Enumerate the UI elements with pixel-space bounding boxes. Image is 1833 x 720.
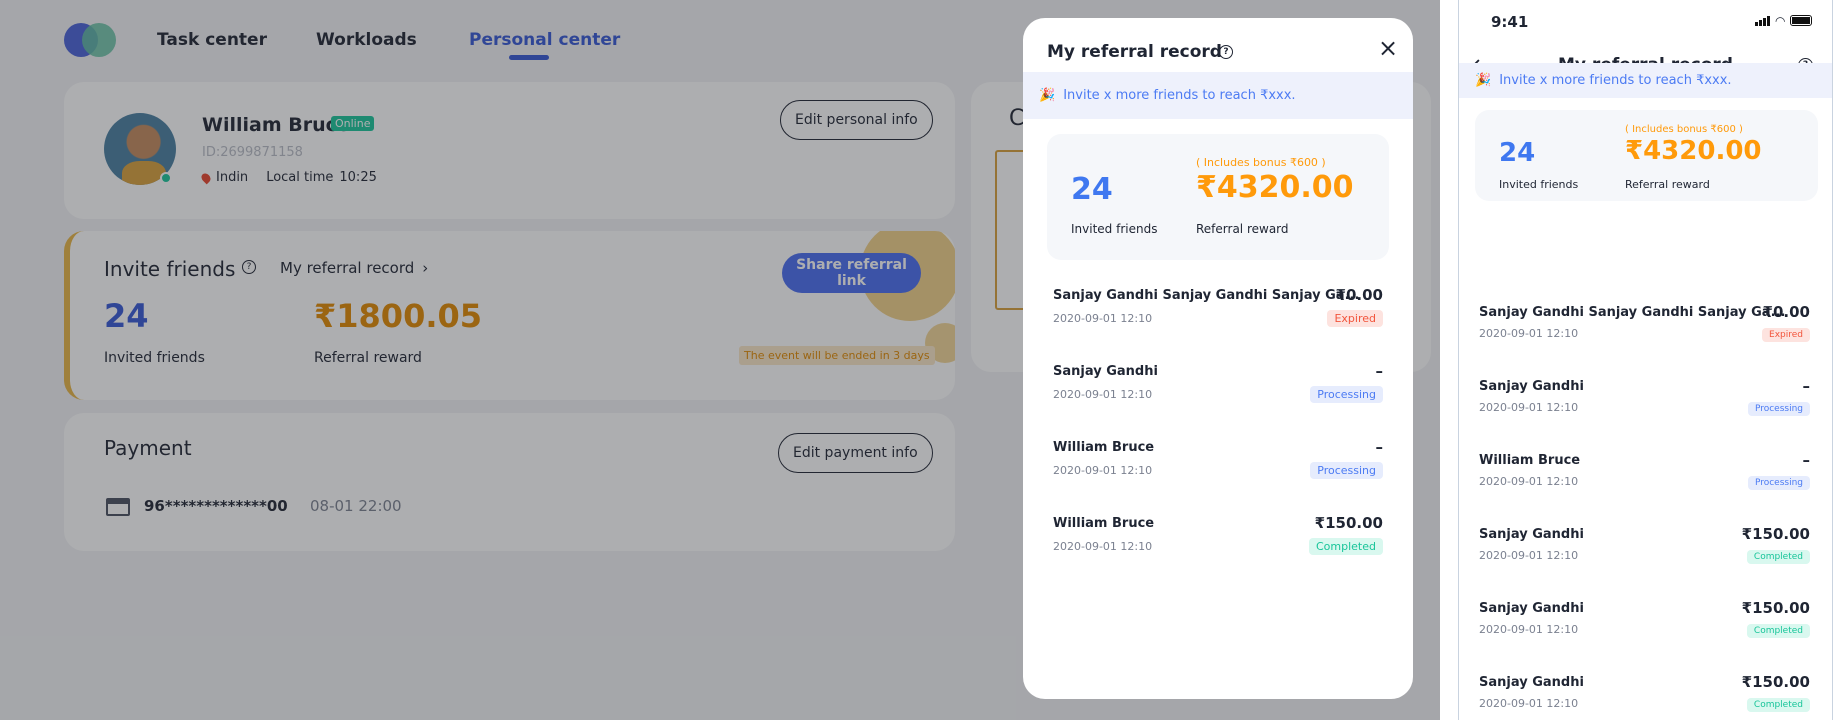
record-name: Sanjay Gandhi — [1479, 675, 1584, 690]
referral-record-modal: My referral record ? × 🎉 Invite x more fr… — [1023, 18, 1413, 699]
record-row[interactable]: Sanjay Gandhi 2020-09-01 12:10 – Processing — [1459, 377, 1832, 439]
modal-title: My referral record — [1047, 42, 1222, 62]
record-row[interactable]: Sanjay Gandhi Sanjay Gandhi Sanjay Ga...… — [1459, 303, 1832, 365]
record-row[interactable]: Sanjay Gandhi Sanjay Gandhi Sanjay Ga...… — [1023, 286, 1413, 348]
status-icons: ◠ — [1755, 14, 1813, 28]
status-badge: Completed — [1309, 538, 1383, 555]
invite-banner: 🎉 Invite x more friends to reach ₹xxx. — [1023, 72, 1413, 119]
invited-count: 24 — [1071, 172, 1113, 207]
record-name: Sanjay Gandhi Sanjay Gandhi Sanjay Ga... — [1479, 305, 1786, 320]
record-amount: – — [1802, 451, 1811, 469]
status-badge: Expired — [1327, 310, 1383, 327]
status-badge: Completed — [1746, 698, 1810, 712]
record-amount: – — [1802, 377, 1811, 395]
wifi-icon: ◠ — [1775, 14, 1786, 28]
record-date: 2020-09-01 12:10 — [1053, 540, 1153, 553]
record-row[interactable]: William Bruce 2020-09-01 12:10 ₹150.00 Comp… — [1023, 514, 1413, 576]
record-row[interactable]: William Bruce 2020-09-01 12:10 – Processing — [1459, 451, 1832, 513]
record-date: 2020-09-01 12:10 — [1053, 388, 1153, 401]
record-date: 2020-09-01 12:10 — [1479, 549, 1579, 562]
stats-box: 24 Invited friends ( Includes bonus ₹600… — [1475, 110, 1818, 201]
record-amount: ₹150.00 — [1741, 599, 1810, 617]
record-amount: ₹150.00 — [1314, 514, 1383, 532]
referral-reward: ₹4320.00 — [1625, 136, 1762, 166]
record-amount: – — [1375, 362, 1384, 380]
reward-label: Referral reward — [1196, 222, 1289, 236]
record-row[interactable]: Sanjay Gandhi 2020-09-01 12:10 ₹150.00 Comp… — [1459, 599, 1832, 661]
record-row[interactable]: Sanjay Gandhi 2020-09-01 12:10 – Processing — [1023, 362, 1413, 424]
record-row[interactable]: Sanjay Gandhi 2020-09-01 12:10 ₹150.00 Comp… — [1459, 525, 1832, 587]
bonus-note: ( Includes bonus ₹600 ) — [1196, 156, 1326, 169]
record-amount: ₹150.00 — [1741, 525, 1810, 543]
record-date: 2020-09-01 12:10 — [1479, 697, 1579, 710]
signal-icon — [1755, 16, 1770, 26]
status-badge: Completed — [1746, 624, 1810, 638]
reward-label: Referral reward — [1625, 178, 1710, 191]
party-popper-icon: 🎉 — [1039, 88, 1056, 103]
record-row[interactable]: Sanjay Gandhi 2020-09-01 12:10 ₹150.00 Comp… — [1459, 673, 1832, 720]
record-name: Sanjay Gandhi — [1053, 364, 1158, 379]
record-name: William Bruce — [1053, 440, 1155, 455]
record-date: 2020-09-01 12:10 — [1053, 464, 1153, 477]
party-popper-icon: 🎉 — [1475, 73, 1492, 88]
close-icon[interactable]: × — [1378, 34, 1398, 62]
record-name: Sanjay Gandhi — [1479, 379, 1584, 394]
record-date: 2020-09-01 12:10 — [1479, 475, 1579, 488]
record-row[interactable]: William Bruce 2020-09-01 12:10 – Processing — [1023, 438, 1413, 500]
record-amount: ₹0.00 — [1762, 303, 1810, 321]
record-date: 2020-09-01 12:10 — [1053, 312, 1153, 325]
stats-box: 24 Invited friends ( Includes bonus ₹600… — [1047, 134, 1389, 260]
status-badge: Completed — [1746, 550, 1810, 564]
record-amount: ₹0.00 — [1335, 286, 1383, 304]
record-name: Sanjay Gandhi — [1479, 601, 1584, 616]
record-name: Sanjay Gandhi — [1479, 527, 1584, 542]
record-amount: – — [1375, 438, 1384, 456]
record-amount: ₹150.00 — [1741, 673, 1810, 691]
invited-label: Invited friends — [1499, 178, 1579, 191]
invite-banner-text: 🎉 Invite x more friends to reach ₹xxx. — [1459, 63, 1832, 98]
record-name: William Bruce — [1479, 453, 1581, 468]
invited-label: Invited friends — [1071, 222, 1158, 236]
record-date: 2020-09-01 12:10 — [1479, 623, 1579, 636]
status-badge: Processing — [1747, 476, 1810, 490]
referral-reward: ₹4320.00 — [1196, 170, 1354, 205]
help-icon[interactable]: ? — [1219, 45, 1233, 59]
record-date: 2020-09-01 12:10 — [1479, 327, 1579, 340]
status-badge: Processing — [1310, 386, 1383, 403]
status-badge: Processing — [1747, 402, 1810, 416]
record-date: 2020-09-01 12:10 — [1479, 401, 1579, 414]
record-name: William Bruce — [1053, 516, 1155, 531]
record-name: Sanjay Gandhi Sanjay Gandhi Sanjay Ga... — [1053, 288, 1360, 303]
invited-count: 24 — [1499, 138, 1536, 168]
status-badge: Expired — [1762, 328, 1810, 342]
status-badge: Processing — [1310, 462, 1383, 479]
bonus-note: ( Includes bonus ₹600 ) — [1625, 124, 1743, 135]
mobile-preview: 9:41 ◠ ← My referral record ? 🎉Invite x … — [1458, 0, 1833, 720]
status-time: 9:41 — [1491, 13, 1529, 31]
battery-icon — [1790, 15, 1813, 26]
